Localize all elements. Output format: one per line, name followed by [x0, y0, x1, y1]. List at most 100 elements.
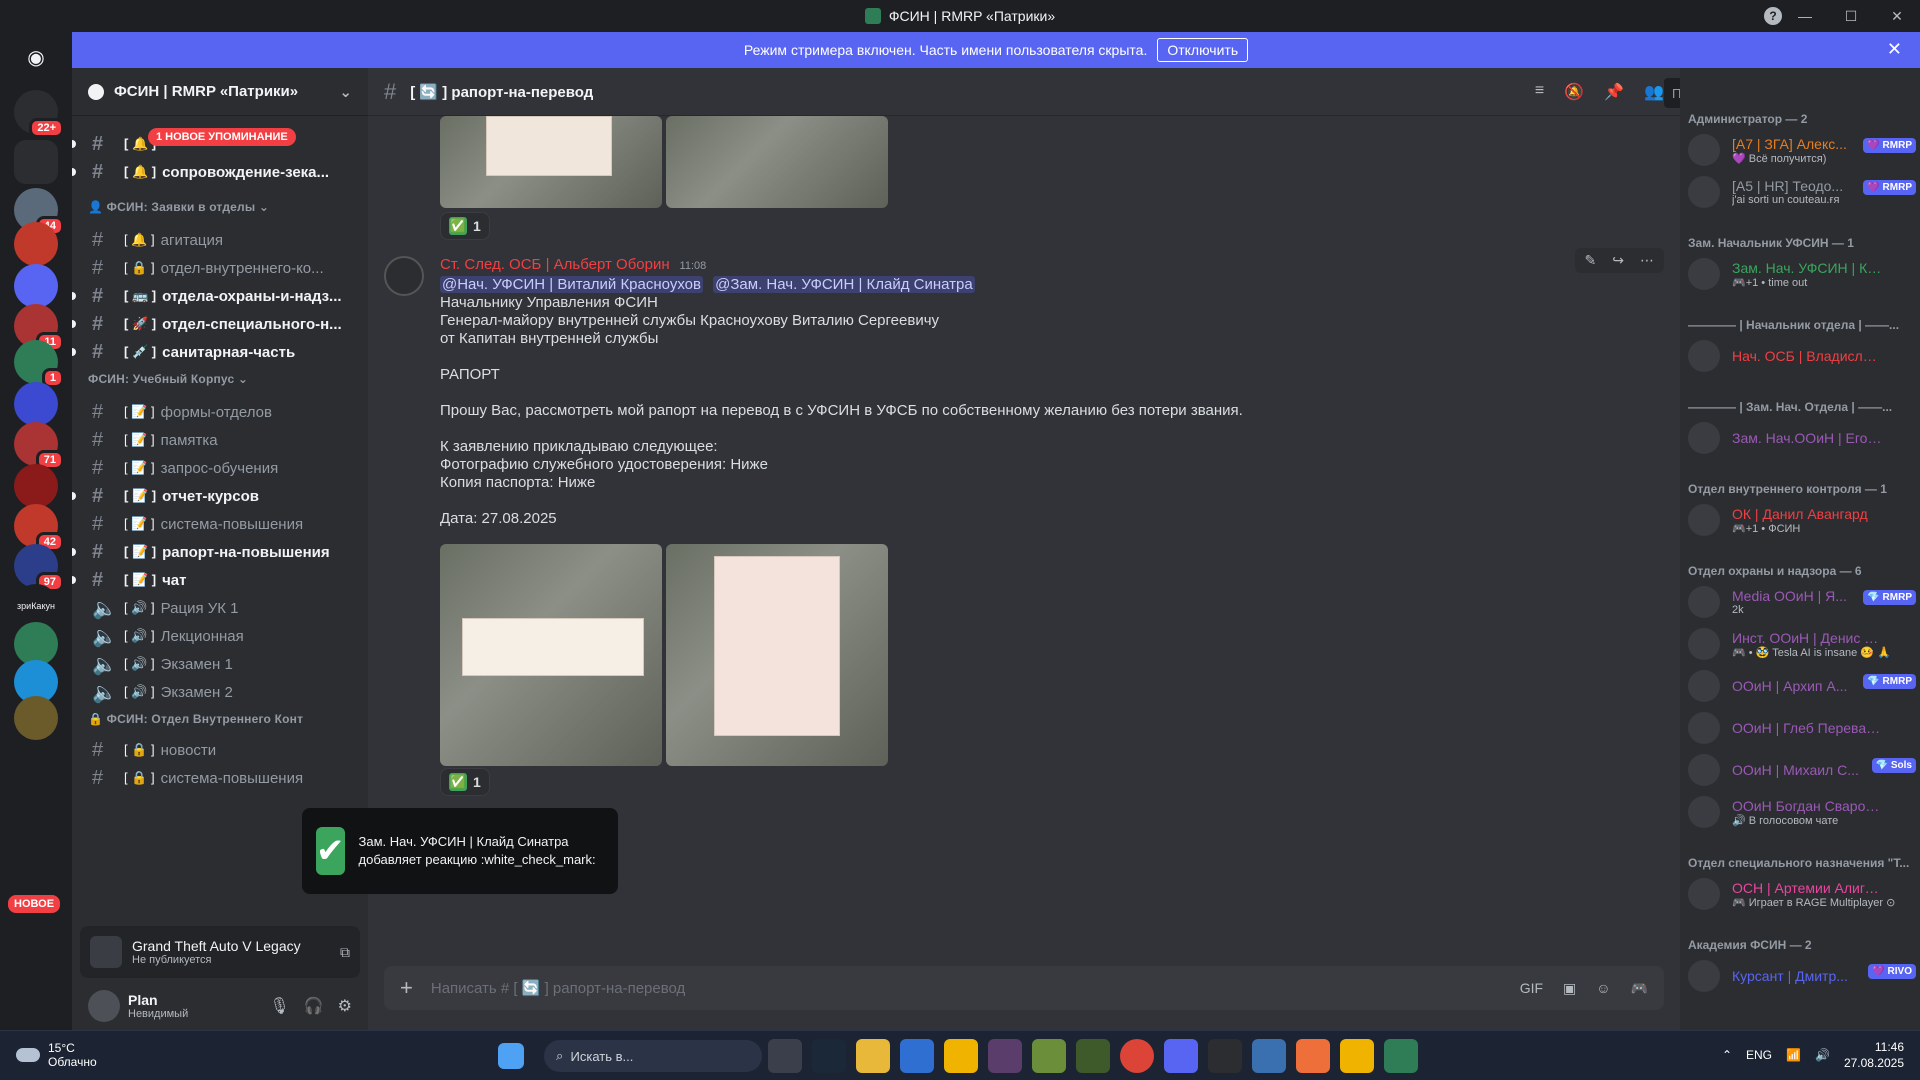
minecraft-icon[interactable]	[1032, 1039, 1066, 1073]
text-channel[interactable]: # [ 🔔 ] сопровождение-зека...	[72, 156, 360, 188]
close-icon[interactable]: ✕	[1887, 39, 1902, 60]
member-item[interactable]: ОК | Данил Авангард 🎮+1 • ФСИН	[1688, 500, 1916, 540]
server-icon-4[interactable]	[14, 222, 58, 266]
avatar[interactable]	[88, 990, 120, 1022]
file-explorer-icon[interactable]	[856, 1039, 890, 1073]
server-icon-5[interactable]	[14, 264, 58, 308]
wifi-icon[interactable]: 📶	[1786, 1048, 1801, 1062]
server-icon-16[interactable]	[14, 696, 58, 740]
server-icon-1[interactable]: 22+	[14, 90, 64, 138]
disable-streamer-button[interactable]: Отключить	[1157, 38, 1249, 62]
new-mention-pill[interactable]: 1 НОВОЕ УПОМИНАНИЕ	[148, 128, 296, 146]
member-item[interactable]: ООиН | Архип А... 💎 RMRP	[1688, 666, 1916, 706]
member-item[interactable]: Зам. Нач. УФСИН | Клай...🎮+1 • time out	[1688, 254, 1916, 294]
new-servers-badge[interactable]: НОВОЕ	[8, 895, 61, 913]
attachment-image[interactable]	[440, 116, 662, 208]
broadcast-icon[interactable]: ⧉	[340, 944, 350, 961]
pin-icon[interactable]: 📌	[1604, 82, 1624, 102]
message-author[interactable]: Ст. След. ОСБ | Альберт Оборин	[440, 256, 670, 273]
forward-icon[interactable]: ↪	[1612, 252, 1624, 269]
reaction-toast[interactable]: ✔ Зам. Нач. УФСИН | Клайд Синатра добавл…	[302, 808, 618, 894]
member-item[interactable]: Нач. ОСБ | Владислав Л...	[1688, 336, 1916, 376]
activities-icon[interactable]: 🎮	[1631, 980, 1648, 997]
reaction-count: 1	[473, 218, 481, 234]
taskbar-search-text: Искать в...	[570, 1048, 634, 1064]
members-icon[interactable]: 👥	[1644, 82, 1664, 102]
text-channel[interactable]: # [ 💉 ] санитарная-часть	[72, 336, 360, 368]
attachment-image[interactable]	[666, 544, 888, 766]
member-item[interactable]: [A5 | HR] Теодо... j'ai sorti un couteau.…	[1688, 172, 1916, 212]
user-mention[interactable]: @Зам. Нач. УФСИН | Клайд Синатра	[713, 276, 975, 293]
member-item[interactable]: Зам. Нач.ООиН | Егор Ки...	[1688, 418, 1916, 458]
store-icon[interactable]	[900, 1039, 934, 1073]
attachment-image[interactable]	[666, 116, 888, 208]
reaction-check[interactable]: ✅ 1	[440, 212, 490, 240]
bell-mute-icon[interactable]: 🔕	[1564, 82, 1584, 102]
sticker-icon[interactable]: ▣	[1563, 980, 1576, 997]
chrome-icon[interactable]	[1120, 1039, 1154, 1073]
guild-header[interactable]: ФСИН | RMRP «Патрики» ⌄	[72, 68, 368, 116]
reaction-check[interactable]: ✅ 1	[440, 768, 490, 796]
member-item[interactable]: ОСН | Артемии Алигатор...🎮 Играет в RAGE…	[1688, 874, 1916, 914]
threads-icon[interactable]: ≡	[1535, 82, 1544, 102]
steam-icon[interactable]	[812, 1039, 846, 1073]
gear-icon[interactable]: ⚙	[338, 996, 352, 1016]
member-item[interactable]: Media ООиН | Я... 2k 💎 RMRP	[1688, 582, 1916, 622]
member-item[interactable]: Курсант | Дмитр... 💜 RIVO	[1688, 956, 1916, 996]
windows-start-icon[interactable]	[498, 1043, 524, 1069]
rockstar-icon[interactable]	[1340, 1039, 1374, 1073]
author-avatar[interactable]	[384, 256, 424, 296]
language-indicator[interactable]: ENG	[1746, 1048, 1772, 1062]
server-icon-8[interactable]	[14, 382, 58, 426]
message-composer[interactable]: + Написать # [ 🔄 ] рапорт-на-перевод GIF…	[384, 966, 1664, 1010]
cloud-icon	[16, 1048, 40, 1062]
server-icon-12[interactable]: 97	[14, 544, 64, 592]
server-icon-2[interactable]	[14, 140, 58, 184]
avatar	[1688, 628, 1720, 660]
settings-icon[interactable]	[1252, 1039, 1286, 1073]
app-icon[interactable]	[1208, 1039, 1242, 1073]
edit-icon[interactable]: ✎	[1585, 252, 1597, 269]
hash-icon: #	[92, 512, 104, 535]
channel-category[interactable]: ФСИН: Учебный Корпус ⌄	[88, 372, 248, 386]
server-icon-10[interactable]	[14, 464, 58, 508]
add-attachment-icon[interactable]: +	[400, 975, 413, 1001]
discord-home-icon[interactable]: ◉	[14, 36, 58, 80]
app-icon[interactable]	[1384, 1039, 1418, 1073]
weather-widget[interactable]: 15°C Облачно	[16, 1041, 97, 1069]
close-window-button[interactable]: ✕	[1874, 8, 1920, 25]
browser-icon[interactable]	[1296, 1039, 1330, 1073]
minecraft-launcher-icon[interactable]	[1076, 1039, 1110, 1073]
app-icon[interactable]	[988, 1039, 1022, 1073]
discord-icon[interactable]	[1164, 1039, 1198, 1073]
channel-category[interactable]: 🔒 ФСИН: Отдел Внутреннего Конт	[88, 712, 303, 726]
member-item[interactable]: ООиН | Михаил С... 💎 Sols	[1688, 750, 1916, 790]
emoji-icon[interactable]: ☺	[1596, 980, 1610, 997]
voice-channel[interactable]: 🔈 [ 🔊 ] Экзамен 2	[80, 676, 360, 708]
taskbar-search[interactable]: ⌕ Искать в...	[544, 1040, 762, 1072]
attachment-image[interactable]	[440, 544, 662, 766]
member-item[interactable]: ООиН Богдан Сваровски 🔊 В голосовом чате	[1688, 792, 1916, 832]
headphones-icon[interactable]: 🎧	[304, 996, 324, 1016]
member-item[interactable]: Инст. ООиН | Денис Тисов🎮 • 🥸 Tesla AI i…	[1688, 624, 1916, 664]
channel-category[interactable]: 👤 ФСИН: Заявки в отделы ⌄	[88, 200, 269, 214]
text-channel[interactable]: # [ 🔒 ] система-повышения	[80, 762, 360, 794]
clock[interactable]: 11:46 27.08.2025	[1844, 1039, 1904, 1071]
help-icon[interactable]: ?	[1764, 7, 1782, 25]
microphone-icon[interactable]: 🎙	[269, 996, 289, 1016]
minimize-button[interactable]: —	[1782, 8, 1828, 24]
user-mention[interactable]: @Нач. УФСИН | Виталий Красноухов	[440, 276, 703, 293]
member-item[interactable]: [A7 | ЗГА] Алекс... 💜 Всё получится) 💜 RMR…	[1688, 130, 1916, 170]
maximize-button[interactable]: ☐	[1828, 8, 1874, 25]
member-item[interactable]: ООиН | Глеб Перевалов	[1688, 708, 1916, 748]
more-icon[interactable]: ⋯	[1640, 252, 1654, 269]
volume-icon[interactable]: 🔊	[1815, 1048, 1830, 1062]
gif-icon[interactable]: GIF	[1520, 980, 1543, 997]
task-view-icon[interactable]	[768, 1039, 802, 1073]
message-input[interactable]: Написать # [ 🔄 ] рапорт-на-перевод	[431, 979, 685, 997]
server-icon-11[interactable]: 42	[14, 504, 64, 552]
server-icon-7[interactable]: 1	[14, 340, 64, 388]
server-icon-9[interactable]: 71	[14, 422, 64, 470]
rockstar-icon[interactable]	[944, 1039, 978, 1073]
chevron-up-icon[interactable]: ⌃	[1722, 1048, 1732, 1062]
